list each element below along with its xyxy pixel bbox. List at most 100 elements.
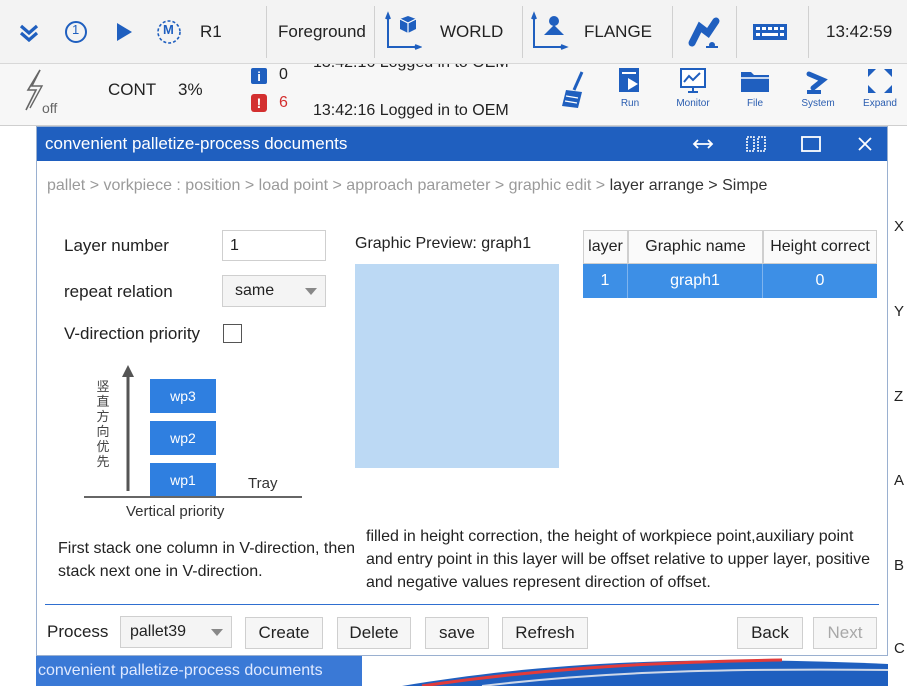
expand-button[interactable]: Expand [852, 66, 907, 122]
info-icon[interactable]: i [251, 68, 267, 84]
taskbar: convenient palletize-process documents [36, 656, 888, 686]
workpiece-box: wp1 [150, 463, 216, 497]
file-button[interactable]: File [727, 66, 783, 122]
expand-label: Expand [863, 98, 897, 109]
info-count: 0 [279, 66, 288, 83]
height-correction-note: filled in height correction, the height … [366, 528, 870, 591]
table-header: layer Graphic name Height correct [583, 230, 877, 264]
robot-arm-icon [806, 71, 828, 94]
preview-title: Graphic Preview: graph1 [355, 235, 532, 252]
robot-name[interactable]: R1 [200, 0, 222, 64]
foreground-label[interactable]: Foreground [278, 0, 370, 64]
axis-c[interactable]: C [894, 640, 905, 657]
axis-b[interactable]: B [894, 557, 904, 574]
next-button[interactable]: Next [813, 617, 877, 649]
run-indicator-icon[interactable]: 1 [64, 0, 88, 64]
workpiece-box: wp3 [150, 379, 216, 413]
layer-number-input[interactable]: 1 [222, 230, 326, 261]
robot-status-icon[interactable] [686, 0, 722, 64]
log-current-line: 13:42:16 Logged in to OEM [313, 102, 509, 119]
file-label: File [746, 98, 764, 109]
table-row[interactable]: 1 graph1 0 [583, 264, 877, 298]
system-label: System [801, 98, 835, 109]
up-arrow-icon [122, 365, 134, 491]
diagram-side-text: 竖 直 方 向 优 先 [96, 379, 110, 469]
clock: 13:42:59 [826, 22, 893, 41]
layer-table: layer Graphic name Height correct 1 grap… [583, 230, 877, 298]
stacking-note: First stack one column in V-direction, t… [58, 540, 356, 580]
palletize-dialog: convenient palletize-process documents p… [36, 126, 888, 656]
taskbar-item[interactable]: convenient palletize-process documents [36, 656, 362, 686]
folder-icon [741, 72, 769, 92]
power-off-icon[interactable]: off [20, 68, 57, 119]
column-header[interactable]: Height correct [763, 230, 877, 264]
chevron-down-icon [305, 288, 317, 295]
motion-mode: CONT [108, 80, 157, 99]
workpiece-box: wp2 [150, 421, 216, 455]
monitor-button[interactable]: Monitor [665, 66, 721, 122]
run-icon [619, 68, 639, 92]
diagram-caption: Vertical priority [126, 503, 225, 520]
run-button[interactable]: Run [602, 66, 658, 122]
run-label: Run [620, 98, 640, 109]
run-indicator-value: 1 [72, 22, 80, 37]
process-value: pallet39 [130, 623, 187, 640]
chevron-down-icon [211, 629, 223, 636]
process-label: Process [47, 622, 109, 641]
refresh-button[interactable]: Refresh [502, 617, 588, 649]
log-area[interactable]: 13:42:16 Logged in to OEM 13:42:16 Logge… [312, 64, 542, 124]
error-count: 6 [279, 94, 288, 111]
create-button[interactable]: Create [245, 617, 323, 649]
breadcrumb-current: layer arrange > [609, 177, 723, 194]
axis-y[interactable]: Y [894, 303, 904, 320]
world-coordinate-icon[interactable] [384, 0, 422, 64]
expand-icon [868, 69, 892, 93]
delete-button[interactable]: Delete [337, 617, 411, 649]
system-button[interactable]: System [790, 66, 846, 122]
manual-mode-icon[interactable]: M [156, 0, 182, 64]
top-status-bar: 1 M R1 Foreground WORLD FLANGE 13:42:59 [0, 0, 907, 64]
table-cell: graph1 [628, 264, 763, 298]
dialog-title: convenient palletize-process documents [45, 134, 348, 153]
divider [45, 604, 879, 605]
tool-coordinate-icon[interactable] [530, 0, 570, 64]
repeat-relation-value: same [235, 282, 275, 299]
tray-baseline [84, 496, 302, 498]
back-button[interactable]: Back [737, 617, 803, 649]
speed-value[interactable]: 3% [178, 80, 203, 100]
error-icon[interactable]: ! [251, 94, 267, 112]
swap-arrows-icon[interactable] [683, 127, 723, 161]
v-priority-checkbox[interactable] [223, 324, 242, 343]
collapse-chevron-icon[interactable] [18, 0, 40, 64]
clear-log-broom-icon[interactable] [560, 70, 588, 115]
close-icon[interactable] [845, 127, 885, 161]
keyboard-icon[interactable] [752, 0, 788, 64]
axis-z[interactable]: Z [894, 388, 903, 405]
axis-x[interactable]: X [894, 218, 904, 235]
monitor-label: Monitor [676, 98, 710, 109]
v-priority-label: V-direction priority [64, 324, 201, 343]
process-select[interactable]: pallet39 [120, 616, 232, 648]
breadcrumb[interactable]: pallet > vorkpiece : position > load poi… [47, 177, 767, 195]
breadcrumb-done: pallet > vorkpiece : position > load poi… [47, 177, 610, 194]
coordinate-system-label[interactable]: WORLD [440, 0, 503, 64]
layer-number-label: Layer number [64, 236, 169, 255]
breadcrumb-next: Simpe [722, 177, 768, 194]
repeat-relation-label: repeat relation [64, 282, 173, 301]
wallpaper-swoosh [362, 656, 888, 686]
table-cell: 0 [763, 264, 877, 298]
power-state-label: off [42, 100, 58, 116]
monitor-icon [680, 68, 706, 93]
repeat-relation-select[interactable]: same [222, 275, 326, 307]
save-button[interactable]: save [425, 617, 489, 649]
column-header[interactable]: Graphic name [628, 230, 763, 264]
split-view-icon[interactable] [736, 127, 776, 161]
play-icon[interactable] [114, 0, 134, 64]
tool-frame-label[interactable]: FLANGE [584, 0, 652, 64]
axis-a[interactable]: A [894, 472, 904, 489]
manual-mode-label: M [163, 22, 174, 37]
table-cell: 1 [583, 264, 628, 298]
column-header[interactable]: layer [583, 230, 628, 264]
graphic-preview [355, 264, 559, 468]
maximize-icon[interactable] [791, 127, 831, 161]
